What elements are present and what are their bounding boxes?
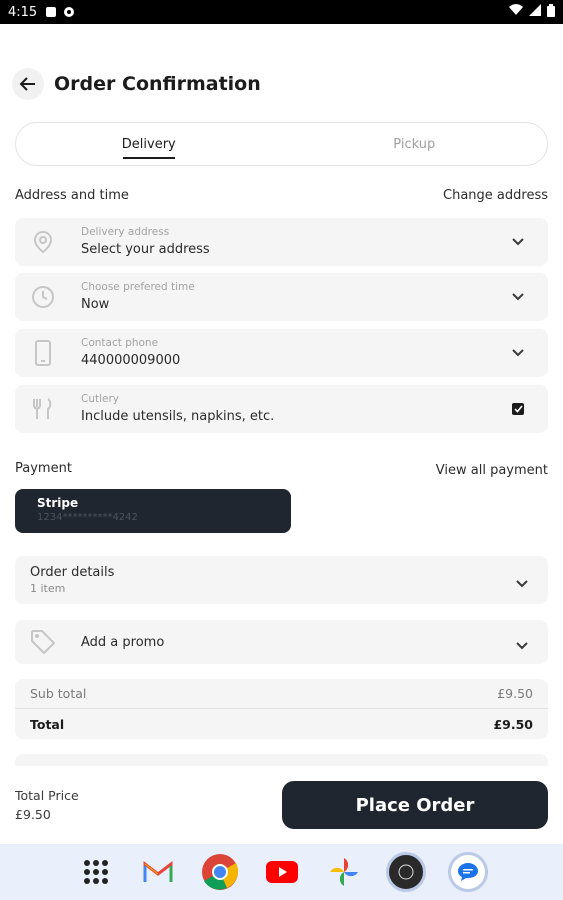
cutlery-value: Include utensils, napkins, etc.	[81, 409, 275, 424]
delivery-address-label: Delivery address	[81, 226, 170, 238]
payment-card-name: Stripe	[37, 496, 79, 510]
signal-icon	[529, 4, 541, 20]
photos-icon[interactable]	[324, 852, 364, 892]
subtotal-row: Sub total £9.50	[15, 679, 548, 709]
chevron-down-icon[interactable]	[488, 349, 548, 357]
total-price-label: Total Price	[15, 788, 79, 803]
delivery-address-field[interactable]: Delivery address Select your address	[15, 218, 548, 266]
order-details-card[interactable]: Order details 1 item	[15, 556, 548, 604]
back-button[interactable]	[12, 68, 44, 100]
tag-icon	[15, 629, 81, 655]
payment-card-stripe[interactable]: Stripe 1234**********4242	[15, 489, 291, 533]
subtotal-value: £9.50	[497, 686, 533, 701]
cutlery-icon	[15, 397, 81, 421]
cutlery-checkbox[interactable]	[512, 403, 524, 415]
tab-pickup[interactable]: Pickup	[282, 123, 548, 165]
youtube-icon[interactable]	[262, 852, 302, 892]
gmail-icon[interactable]	[138, 852, 178, 892]
order-details-title: Order details	[30, 565, 115, 580]
clock-icon	[15, 285, 81, 309]
cutlery-field[interactable]: Cutlery Include utensils, napkins, etc.	[15, 385, 548, 433]
preferred-time-value: Now	[81, 297, 110, 312]
app-header: Order Confirmation	[0, 60, 563, 108]
tab-delivery[interactable]: Delivery	[16, 123, 282, 165]
chrome-icon[interactable]	[200, 852, 240, 892]
cutlery-label: Cutlery	[81, 393, 120, 405]
page-title: Order Confirmation	[54, 73, 261, 95]
preferred-time-field[interactable]: Choose prefered time Now	[15, 273, 548, 321]
add-promo-label: Add a promo	[81, 634, 165, 650]
total-value: £9.50	[493, 716, 533, 732]
next-card-peek	[15, 754, 548, 766]
view-all-payment-link[interactable]: View all payment	[436, 463, 548, 478]
chevron-down-icon[interactable]	[516, 635, 528, 654]
system-dock	[0, 844, 563, 900]
address-section-title: Address and time	[15, 188, 129, 203]
contact-phone-value: 440000009000	[81, 353, 181, 368]
status-time: 4:15	[8, 4, 38, 20]
chevron-down-icon[interactable]	[516, 573, 528, 592]
total-price-value: £9.50	[15, 807, 51, 822]
totals-card: Sub total £9.50 Total £9.50	[15, 679, 548, 739]
add-promo-card[interactable]: Add a promo	[15, 620, 548, 664]
notification-icon	[45, 6, 57, 18]
tab-pickup-label: Pickup	[393, 136, 436, 152]
check-icon	[513, 405, 523, 413]
chevron-down-icon[interactable]	[488, 293, 548, 301]
total-row: Total £9.50	[15, 709, 548, 739]
app-launcher-icon[interactable]	[76, 852, 116, 892]
chevron-down-icon[interactable]	[488, 238, 548, 246]
order-details-count: 1 item	[30, 582, 66, 595]
battery-icon	[547, 3, 555, 21]
address-section-header: Address and time Change address	[15, 188, 548, 203]
tab-delivery-label: Delivery	[121, 136, 176, 152]
payment-section-header: Payment View all payment	[15, 461, 548, 478]
arrow-left-icon	[19, 77, 35, 91]
payment-section-title: Payment	[15, 461, 72, 476]
subtotal-label: Sub total	[30, 686, 87, 701]
delivery-address-value: Select your address	[81, 242, 210, 257]
account-avatar-icon[interactable]	[385, 852, 426, 892]
contact-phone-field[interactable]: Contact phone 440000009000	[15, 329, 548, 377]
change-address-link[interactable]: Change address	[443, 188, 548, 203]
active-tab-indicator	[122, 157, 175, 159]
shield-icon	[63, 6, 75, 18]
checkout-bar: Total Price £9.50 Place Order	[0, 766, 563, 844]
place-order-button[interactable]: Place Order	[282, 781, 548, 829]
status-bar: 4:15	[0, 0, 563, 24]
delivery-mode-tabs: Delivery Pickup	[15, 122, 548, 166]
payment-card-number: 1234**********4242	[37, 512, 138, 523]
contact-phone-label: Contact phone	[81, 337, 159, 349]
preferred-time-label: Choose prefered time	[81, 281, 195, 293]
phone-icon	[15, 340, 81, 366]
messages-icon[interactable]	[447, 852, 488, 892]
wifi-icon	[509, 4, 523, 20]
location-pin-icon	[15, 230, 81, 254]
total-label: Total	[30, 716, 65, 732]
